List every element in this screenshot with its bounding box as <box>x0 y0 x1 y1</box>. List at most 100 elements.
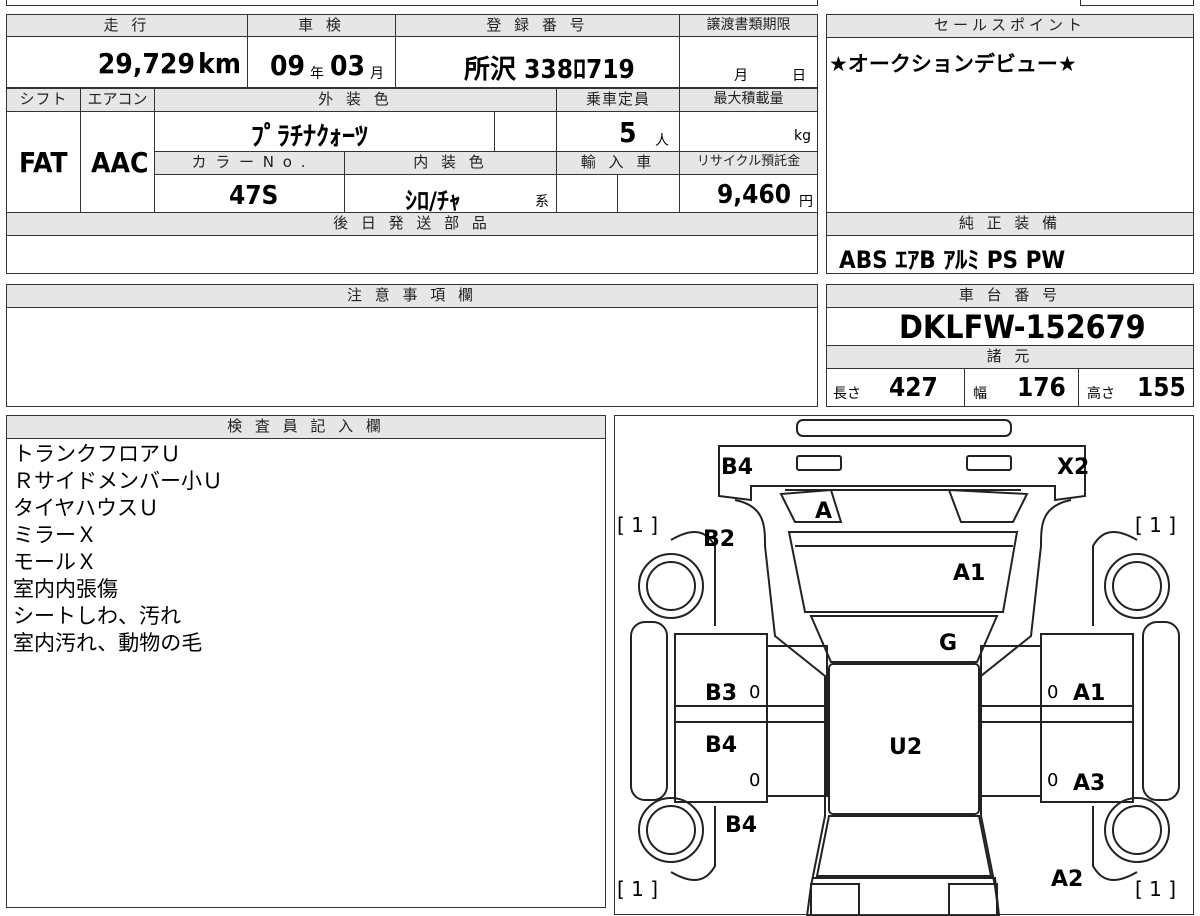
chassis-label: 車 台 番 号 <box>826 284 1194 308</box>
dimensions-label: 諸 元 <box>826 345 1194 369</box>
mark-left-rear-door: B3 <box>705 681 737 706</box>
inspector-line: Ｒサイドメンバー小Ｕ <box>13 469 223 493</box>
mark-rear-left: B4 <box>721 455 753 480</box>
car-diagram: B4 X2 A B2 A1 G B3 A1 B4 U2 A3 B4 A2 0 0… <box>617 419 1180 916</box>
mark-right-front-door: A3 <box>1073 771 1105 796</box>
inspector-line: シートしわ、汚れ <box>13 604 181 628</box>
interior-color-value: ｼﾛ/ﾁｬ <box>405 187 461 215</box>
capacity-cell: 5 人 <box>556 111 680 152</box>
shift-value: FAT <box>19 146 68 179</box>
top-strip-right <box>1080 0 1194 6</box>
import-cell-a <box>556 174 618 213</box>
shift-cell: FAT <box>6 111 81 213</box>
mileage-value: 29,729 <box>97 47 195 80</box>
inspector-line: 室内内張傷 <box>13 577 118 601</box>
transfer-day-unit: 日 <box>792 68 806 84</box>
later-parts-box <box>6 235 818 274</box>
inspector-box: トランクフロアＵ Ｒサイドメンバー小Ｕ タイヤハウスＵ ミラーＸ モールＸ 室内… <box>6 438 606 908</box>
tire-bottom-right: [ 1 ] <box>1135 877 1176 901</box>
recycle-cell: 9,460 円 <box>679 174 818 213</box>
mileage-unit: km <box>198 47 241 80</box>
inspection-month: 03 <box>330 49 366 82</box>
mark-right-front-fender: A2 <box>1051 867 1083 892</box>
recycle-value: 9,460 <box>717 180 791 210</box>
mark-rear-glass: A <box>815 499 832 524</box>
aircon-label: エアコン <box>80 88 155 112</box>
transfer-docs-cell: 月 日 <box>679 36 818 88</box>
import-label: 輸 入 車 <box>556 151 680 175</box>
max-load-label: 最大積載量 <box>679 88 818 112</box>
inspector-label: 検 査 員 記 入 欄 <box>6 415 606 439</box>
genuine-equipment-box: ABS ｴｱB ｱﾙﾐ PS PW <box>826 235 1194 274</box>
capacity-unit: 人 <box>655 133 669 149</box>
mark-roof: U2 <box>889 735 922 760</box>
genuine-equipment-label: 純 正 装 備 <box>826 212 1194 236</box>
interior-suffix: 系 <box>535 194 549 210</box>
exterior-color-extra <box>494 111 557 152</box>
color-no-value: 47S <box>229 181 279 211</box>
month-unit: 月 <box>370 66 384 82</box>
width-label: 幅 <box>973 386 987 402</box>
sales-points-label: セールスポイント <box>826 14 1194 38</box>
zero-mark: 0 <box>1047 682 1058 703</box>
recycle-label: リサイクル預託金 <box>679 151 818 175</box>
top-strip <box>6 0 818 6</box>
aircon-value: AAC <box>91 146 149 179</box>
color-no-cell: 47S <box>154 174 345 213</box>
aircon-cell: AAC <box>80 111 155 213</box>
registration-number: 所沢 338ﾛ719 <box>464 55 635 85</box>
width-cell: 幅 176 <box>964 368 1079 407</box>
mark-roof-rear: G <box>939 631 957 656</box>
mileage-cell: 29,729 km <box>6 36 248 88</box>
inspection-year: 09 <box>270 49 306 82</box>
inspector-line: 室内汚れ、動物の毛 <box>13 631 203 655</box>
exterior-color-label: 外 装 色 <box>154 88 557 112</box>
mark-rear-left-quarter: B2 <box>703 527 735 552</box>
transfer-month-unit: 月 <box>734 68 748 84</box>
zero-mark: 0 <box>749 770 760 791</box>
mark-rear-right: X2 <box>1057 455 1089 480</box>
mark-trunk: A1 <box>953 561 985 586</box>
color-no-label: カ ラ ー N o . <box>154 151 345 175</box>
capacity-label: 乗車定員 <box>556 88 680 112</box>
inspector-line: ミラーＸ <box>13 523 97 547</box>
inspector-line: タイヤハウスＵ <box>13 496 159 520</box>
mark-right-rear-door: A1 <box>1073 681 1105 706</box>
recycle-unit: 円 <box>799 194 813 210</box>
zero-mark: 0 <box>1047 770 1058 791</box>
chassis-number: DKLFW-152679 <box>899 308 1146 346</box>
height-value: 155 <box>1137 373 1186 403</box>
interior-color-cell: ｼﾛ/ﾁｬ 系 <box>344 174 557 215</box>
transfer-docs-label: 譲渡書類期限 <box>679 14 818 37</box>
tire-bottom-left: [ 1 ] <box>617 877 658 901</box>
import-cell-b <box>617 174 680 213</box>
max-load-unit: kg <box>794 128 811 144</box>
inspection-label: 車 検 <box>247 14 396 37</box>
max-load-cell: kg <box>679 111 818 152</box>
sales-points-box: ★オークションデビュー★ <box>826 37 1194 213</box>
exterior-color-value: ﾌﾟﾗﾁﾅｸｫｰﾂ <box>251 122 369 152</box>
registration-cell: 所沢 338ﾛ719 <box>395 36 680 88</box>
exterior-color-cell: ﾌﾟﾗﾁﾅｸｫｰﾂ <box>154 111 495 152</box>
height-label: 高さ <box>1087 386 1115 402</box>
length-cell: 長さ 427 <box>826 368 965 407</box>
zero-mark: 0 <box>749 682 760 703</box>
inspector-line: トランクフロアＵ <box>13 442 181 466</box>
inspection-cell: 09 年 03 月 <box>247 36 396 88</box>
inspector-line: モールＸ <box>13 550 97 574</box>
capacity-value: 5 <box>619 116 637 149</box>
registration-label: 登 録 番 号 <box>395 14 680 37</box>
genuine-equipment-items: ABS ｴｱB ｱﾙﾐ PS PW <box>839 246 1066 274</box>
height-cell: 高さ 155 <box>1078 368 1194 407</box>
chassis-box: DKLFW-152679 <box>826 307 1194 346</box>
notes-box <box>6 307 818 407</box>
length-value: 427 <box>889 373 938 403</box>
shift-label: シフト <box>6 88 81 112</box>
interior-color-label: 内 装 色 <box>344 151 557 175</box>
year-unit: 年 <box>310 66 324 82</box>
later-parts-label: 後 日 発 送 部 品 <box>6 212 818 236</box>
mileage-label: 走 行 <box>6 14 248 37</box>
length-label: 長さ <box>833 386 861 402</box>
mark-left-front-fender: B4 <box>725 813 757 838</box>
width-value: 176 <box>1017 373 1066 403</box>
